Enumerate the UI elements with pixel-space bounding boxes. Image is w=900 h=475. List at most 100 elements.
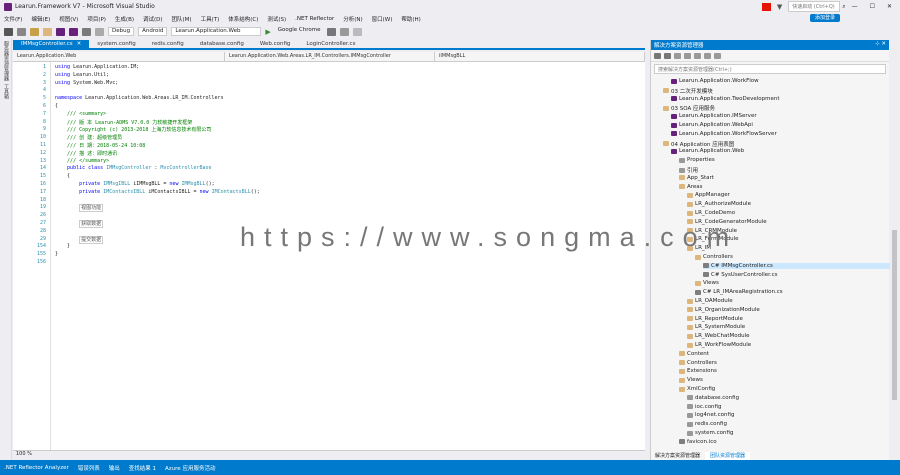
solution-tree-item[interactable]: LR_OrganizationModule: [687, 307, 760, 313]
solution-tree-item[interactable]: Learun.Application.WebApi: [671, 122, 753, 128]
solution-tree-item[interactable]: 03 二次开发模块: [663, 87, 713, 95]
solution-tree-item[interactable]: ioc.config: [687, 404, 722, 410]
code-line[interactable]: private IMContactsIBLL iMContactsIBLL = …: [55, 189, 260, 195]
solution-tree-item[interactable]: Learun.Application.WorkFlowServer: [671, 131, 777, 137]
solution-tree-item[interactable]: C# SysUserController.cs: [703, 272, 778, 278]
solution-bottom-tab[interactable]: 团队资源管理器: [705, 452, 751, 460]
solution-tree-item[interactable]: system.config: [687, 430, 733, 436]
bottom-tool-tab[interactable]: .NET Reflector Analyzer: [4, 465, 69, 471]
solution-tree-item[interactable]: LR_WebChatModule: [687, 333, 749, 339]
close-tab-icon[interactable]: ✕: [77, 41, 82, 47]
solution-tree-item[interactable]: Views: [695, 280, 719, 286]
quick-launch-search-icon[interactable]: ⌕: [842, 3, 845, 11]
signin-button[interactable]: 添加登录: [810, 14, 841, 22]
close-button[interactable]: ✕: [887, 3, 892, 10]
code-line[interactable]: /// </summary>: [55, 158, 109, 164]
solution-tree-item[interactable]: AppManager: [687, 192, 730, 198]
bottom-tool-tab[interactable]: 错误列表: [78, 464, 100, 472]
solution-scroll-thumb[interactable]: [892, 230, 897, 400]
code-line[interactable]: /// Copyright (c) 2013-2018 上海力软信息技术有限公司: [55, 126, 211, 133]
bottom-tool-tab[interactable]: Azure 应用服务活动: [165, 464, 215, 472]
code-line[interactable]: using System.Web.Mvc;: [55, 80, 118, 86]
solution-tree-item[interactable]: Learun.Application.Web: [671, 148, 744, 154]
zoom-level[interactable]: 100 %: [16, 451, 32, 457]
solution-tree-item[interactable]: C# LR_IMAreaRegistration.cs: [695, 289, 783, 295]
code-line[interactable]: /// <summary>: [55, 111, 106, 117]
solution-tree-item[interactable]: LR_ReportModule: [687, 316, 743, 322]
menu-item[interactable]: 生成(B): [115, 15, 134, 23]
sol-collapse-icon[interactable]: [704, 52, 711, 59]
solution-tree-item[interactable]: LR_OAModule: [687, 298, 733, 304]
solution-tree-item[interactable]: Controllers: [695, 254, 733, 260]
sol-sync-icon[interactable]: [684, 52, 691, 59]
solution-tree-item[interactable]: favicon.ico: [679, 439, 717, 445]
document-tab[interactable]: system.config: [89, 40, 143, 48]
sol-forward-icon[interactable]: [664, 52, 671, 59]
solution-tree-item[interactable]: LR_SystemModule: [687, 324, 745, 330]
code-line[interactable]: 视图功能: [55, 204, 104, 213]
code-line[interactable]: /// 日 期：2018-05-24 10:08: [55, 142, 145, 149]
code-line[interactable]: using Learun.Application.IM;: [55, 64, 139, 70]
solution-tree-item[interactable]: 04 Application 应用表图: [663, 140, 734, 148]
solution-tree-item[interactable]: C# IMMsgController.cs: [703, 262, 890, 269]
code-line[interactable]: /// 创 建：超级管理员: [55, 134, 122, 141]
code-line[interactable]: namespace Learun.Application.Web.Areas.L…: [55, 95, 224, 101]
solution-tree-item[interactable]: Content: [679, 351, 709, 357]
solution-tree-item[interactable]: XmlConfig: [679, 386, 715, 392]
document-tab[interactable]: redis.config: [144, 40, 192, 48]
solution-tree-item[interactable]: 03 SOA 应用服务: [663, 104, 715, 112]
document-tab[interactable]: IMMsgController.cs ✕: [13, 40, 90, 48]
code-line[interactable]: /// 描 述：即时通讯: [55, 150, 117, 157]
menu-item[interactable]: 团队(M): [172, 15, 192, 23]
solution-tree-item[interactable]: redis.config: [687, 421, 727, 427]
nav-class-select[interactable]: Learun.Application.Web.Areas.LR_IM.Contr…: [225, 52, 435, 61]
refresh-icon[interactable]: [327, 27, 337, 36]
solution-tree-item[interactable]: Learun.Application.TwoDevelopment: [671, 96, 780, 102]
redo-icon[interactable]: [95, 27, 104, 36]
solution-bottom-tab[interactable]: 解决方案资源管理器: [650, 452, 705, 460]
solution-tree-item[interactable]: LR_AuthorizeModule: [687, 201, 751, 207]
solution-tree-item[interactable]: database.config: [687, 395, 739, 401]
code-line[interactable]: /// 版 本 Learun-ADMS V7.0.0 力软敏捷开发框架: [55, 119, 192, 126]
solution-tree-item[interactable]: LR_WorkFlowModule: [687, 342, 751, 348]
code-editor[interactable]: 1 2 3 4 5 6 7 8 9 10 11 12 13 14 15 16 17 18 19 26 27 28 29 154…: [13, 62, 645, 450]
browser-select[interactable]: Google Chrome: [275, 27, 324, 36]
solution-tree-item[interactable]: Areas: [679, 184, 703, 190]
quick-launch-input[interactable]: 快速启动 (Ctrl+Q): [788, 1, 841, 12]
solution-tree-item[interactable]: Extensions: [679, 368, 717, 374]
notification-icon[interactable]: [761, 2, 771, 11]
document-tab[interactable]: LoginController.cs: [298, 40, 363, 48]
save-all-icon[interactable]: [69, 27, 78, 36]
code-line[interactable]: }: [55, 243, 70, 249]
bottom-tool-tab[interactable]: 查找结果 1: [129, 464, 156, 472]
code-line[interactable]: public class IMMsgController : MvcContro…: [55, 165, 212, 171]
sol-properties-icon[interactable]: [714, 52, 721, 59]
menu-item[interactable]: 工具(T): [201, 15, 220, 23]
solution-tree-item[interactable]: log4net.config: [687, 412, 735, 418]
sol-back-icon[interactable]: [654, 52, 661, 59]
solution-tree-item[interactable]: 引用: [679, 166, 698, 174]
code-line[interactable]: {: [55, 173, 70, 179]
menu-item[interactable]: 文件(F): [4, 15, 22, 23]
toolbar-extra-icon-2[interactable]: [353, 27, 363, 36]
save-icon[interactable]: [56, 27, 65, 36]
left-strip-tab[interactable]: 服务器资源管理器: [3, 41, 10, 81]
menu-item[interactable]: 编辑(E): [31, 15, 50, 23]
forward-icon[interactable]: [17, 27, 26, 36]
platform-select[interactable]: Android: [138, 27, 168, 36]
sol-refresh-icon[interactable]: [694, 52, 701, 59]
left-strip-tab[interactable]: 工具箱: [3, 84, 10, 99]
solution-search-input[interactable]: 搜索解决方案资源管理器(Ctrl+;): [654, 64, 886, 74]
new-project-icon[interactable]: [30, 27, 39, 36]
code-line[interactable]: 提交数据: [55, 235, 104, 244]
minimize-button[interactable]: —: [852, 3, 858, 10]
menu-item[interactable]: 窗口(W): [372, 15, 393, 23]
document-tab[interactable]: Web.config: [252, 40, 299, 48]
code-line[interactable]: }: [55, 251, 58, 257]
maximize-button[interactable]: ☐: [870, 3, 875, 10]
solution-tree-item[interactable]: Controllers: [679, 360, 717, 366]
solution-tree-item[interactable]: App_Start: [679, 175, 714, 181]
code-line[interactable]: using Learun.Util;: [55, 72, 109, 78]
menu-item[interactable]: 体系结构(C): [228, 15, 258, 23]
toolbar-extra-icon[interactable]: [340, 27, 350, 36]
